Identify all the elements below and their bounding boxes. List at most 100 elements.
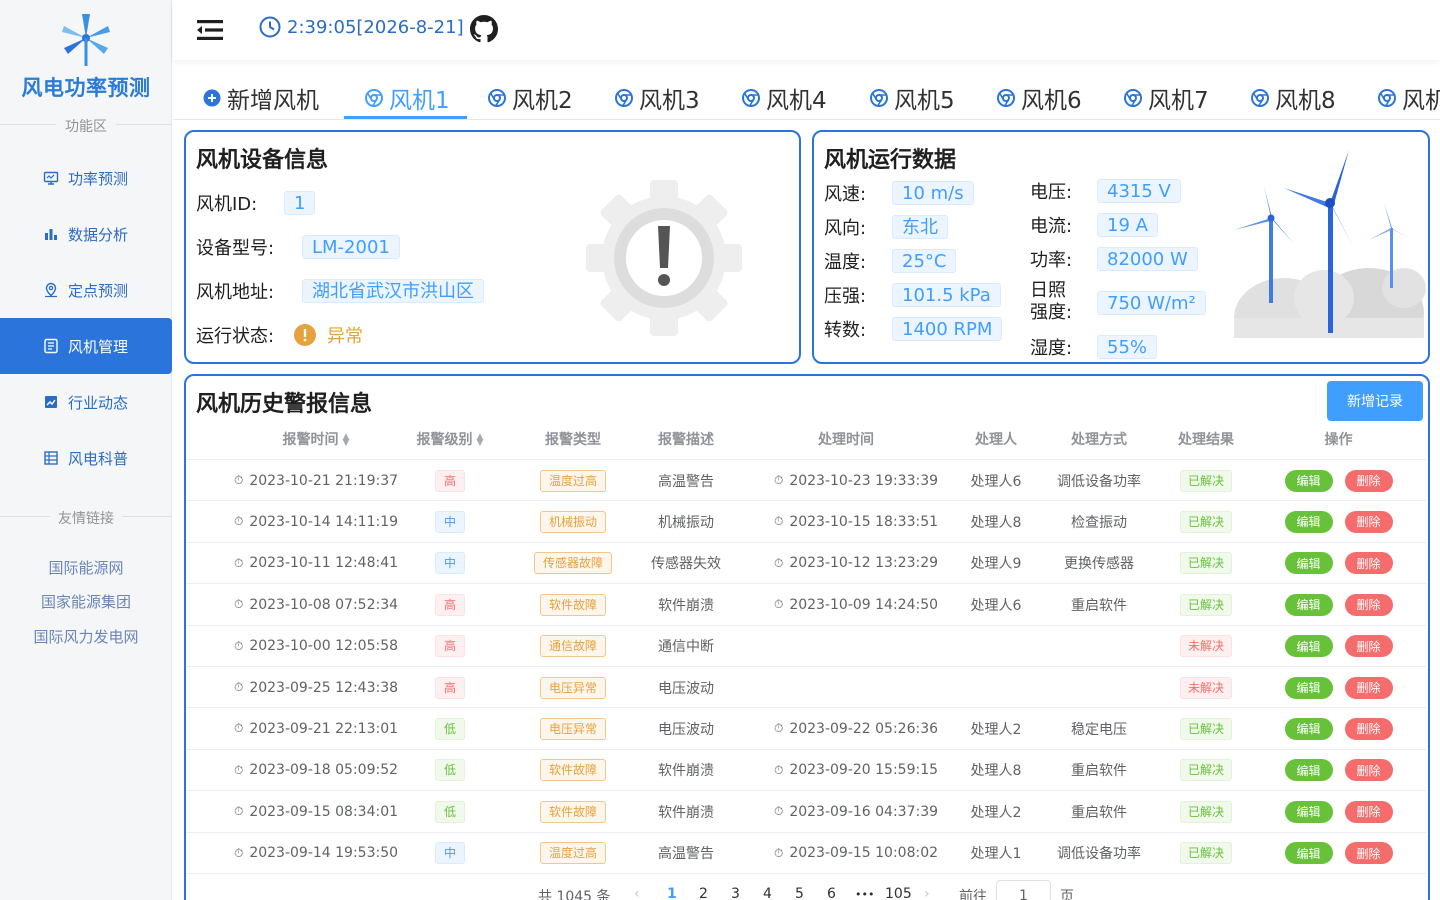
tab-turbine-7[interactable]: 风机7 — [1124, 76, 1209, 119]
device-id-value: 1 — [284, 191, 316, 215]
edit-button[interactable]: 编辑 — [1284, 759, 1333, 782]
timer-icon: ⏱ — [233, 597, 244, 612]
sidebar-item-power-forecast[interactable]: 功率预测 — [0, 150, 172, 206]
rpm-label: 转数: — [824, 320, 867, 341]
device-info-card: 风机设备信息 风机ID: 1 设备型号: LM-2001 风机地址: 湖北省武汉… — [184, 130, 801, 364]
cell-result: 已解决 — [1151, 708, 1261, 749]
delete-button[interactable]: 删除 — [1344, 717, 1393, 740]
tab-turbine-1[interactable]: 风机1 — [365, 76, 450, 119]
delete-button[interactable]: 删除 — [1344, 842, 1393, 865]
cell-actions: 编辑 删除 — [1276, 584, 1401, 625]
next-page-icon[interactable]: › — [924, 886, 930, 900]
tab-turbine-5[interactable]: 风机5 — [870, 76, 955, 119]
delete-button[interactable]: 删除 — [1344, 759, 1393, 782]
sidebar-item-label: 数据分析 — [68, 225, 129, 244]
tab-turbine-2[interactable]: 风机2 — [488, 76, 573, 119]
delete-button[interactable]: 删除 — [1344, 635, 1393, 658]
delete-button[interactable]: 删除 — [1344, 676, 1393, 699]
method: 重启软件 — [1071, 597, 1127, 614]
runtime-title: 风机运行数据 — [824, 148, 957, 173]
page-ellipsis[interactable]: ••• — [855, 888, 874, 900]
edit-button[interactable]: 编辑 — [1284, 842, 1333, 865]
delete-button[interactable]: 删除 — [1344, 510, 1393, 533]
result-badge: 已解决 — [1179, 510, 1232, 533]
delete-button[interactable]: 删除 — [1344, 469, 1393, 492]
alarm-time: 2023-10-21 21:19:37 — [249, 472, 399, 489]
menu-fold-icon[interactable] — [195, 16, 225, 44]
edit-button[interactable]: 编辑 — [1284, 800, 1333, 823]
tab-turbine-9[interactable]: 风机9 — [1378, 76, 1440, 119]
goto-page-input[interactable] — [996, 880, 1051, 900]
table-row: ⏱ 2023-10-00 12:05:58 高 通信故障 通信中断 未解决 编辑 删除 — [186, 626, 1426, 667]
sort-icon[interactable]: ▲ ▼ — [477, 433, 484, 448]
cell-desc: 高温警告 — [626, 833, 746, 874]
cell-desc: 电压波动 — [626, 708, 746, 749]
handle-time: 2023-09-15 10:08:02 — [789, 845, 939, 862]
page-6[interactable]: 6 — [827, 886, 836, 900]
method: 检查振动 — [1071, 514, 1127, 531]
handler: 处理人2 — [970, 721, 1022, 738]
add-record-button[interactable]: 新增记录 — [1327, 381, 1423, 421]
cell-desc: 传感器失效 — [626, 543, 746, 584]
delete-button[interactable]: 删除 — [1344, 593, 1393, 616]
edit-button[interactable]: 编辑 — [1284, 510, 1333, 533]
friend-link[interactable]: 国际能源网 — [0, 557, 172, 578]
tab-turbine-3[interactable]: 风机3 — [615, 76, 700, 119]
handle-time: 2023-10-23 19:33:39 — [789, 472, 939, 489]
tab-add-turbine[interactable]: 新增风机 — [203, 76, 319, 119]
cell-result: 已解决 — [1151, 543, 1261, 584]
timer-icon: ⏱ — [773, 721, 784, 736]
page-4[interactable]: 4 — [763, 886, 772, 900]
edit-button[interactable]: 编辑 — [1284, 469, 1333, 492]
github-icon[interactable] — [470, 15, 498, 43]
handler: 处理人8 — [970, 763, 1022, 780]
edit-button[interactable]: 编辑 — [1284, 717, 1333, 740]
delete-button[interactable]: 删除 — [1344, 552, 1393, 575]
edit-button[interactable]: 编辑 — [1284, 676, 1333, 699]
edit-button[interactable]: 编辑 — [1284, 593, 1333, 616]
edit-button[interactable]: 编辑 — [1284, 552, 1333, 575]
page-last[interactable]: 105 — [885, 886, 912, 900]
method: 调低设备功率 — [1057, 846, 1141, 863]
cell-handler: 处理人6 — [946, 584, 1046, 625]
page-2[interactable]: 2 — [699, 886, 708, 900]
page-1[interactable]: 1 — [667, 886, 677, 900]
friend-link[interactable]: 国家能源集团 — [0, 591, 172, 612]
cell-handler: 处理人2 — [946, 708, 1046, 749]
timer-icon: ⏱ — [233, 762, 244, 777]
cell-actions: 编辑 删除 — [1276, 460, 1401, 501]
prev-page-icon[interactable]: ‹ — [634, 886, 640, 900]
tab-turbine-6[interactable]: 风机6 — [997, 76, 1082, 119]
alarm-time: 2023-10-14 14:11:19 — [249, 513, 399, 530]
pressure-label: 压强: — [824, 286, 867, 307]
level-badge: 中 — [434, 552, 465, 575]
monitor-icon — [42, 169, 60, 187]
edit-button[interactable]: 编辑 — [1284, 635, 1333, 658]
page-5[interactable]: 5 — [795, 886, 804, 900]
tab-label: 新增风机 — [227, 88, 319, 114]
table-row: ⏱ 2023-10-08 07:52:34 高 软件故障 软件崩溃 ⏱ 2023-10-09… — [186, 584, 1426, 626]
sidebar-item-industry-news[interactable]: 行业动态 — [0, 374, 172, 430]
cell-level: 低 — [390, 791, 510, 832]
handler: 处理人2 — [970, 804, 1022, 821]
method: 重启软件 — [1071, 804, 1127, 821]
col-result: 处理结果 — [1178, 432, 1234, 448]
page-3[interactable]: 3 — [731, 886, 740, 900]
tab-turbine-4[interactable]: 风机4 — [742, 76, 827, 119]
friend-link[interactable]: 国际风力发电网 — [0, 626, 172, 647]
sidebar-item-point-forecast[interactable]: 定点预测 — [0, 262, 172, 318]
alarm-desc: 电压波动 — [658, 680, 714, 697]
alarm-desc: 传感器失效 — [651, 556, 721, 573]
col-alarm-level[interactable]: 报警级别 ▲ ▼ — [390, 420, 510, 460]
result-badge: 已解决 — [1179, 800, 1232, 823]
cell-level: 低 — [390, 708, 510, 749]
cell-handler: 处理人8 — [946, 750, 1046, 791]
sort-icon[interactable]: ▲ ▼ — [343, 433, 350, 448]
tab-turbine-8[interactable]: 风机8 — [1251, 76, 1336, 119]
sidebar-item-data-analysis[interactable]: 数据分析 — [0, 206, 172, 262]
method: 更换传感器 — [1064, 556, 1134, 573]
cell-type: 温度过高 — [513, 833, 633, 874]
delete-button[interactable]: 删除 — [1344, 800, 1393, 823]
sidebar-item-turbine-management[interactable]: 风机管理 — [0, 318, 172, 374]
sidebar-item-wind-science[interactable]: 风电科普 — [0, 430, 172, 486]
